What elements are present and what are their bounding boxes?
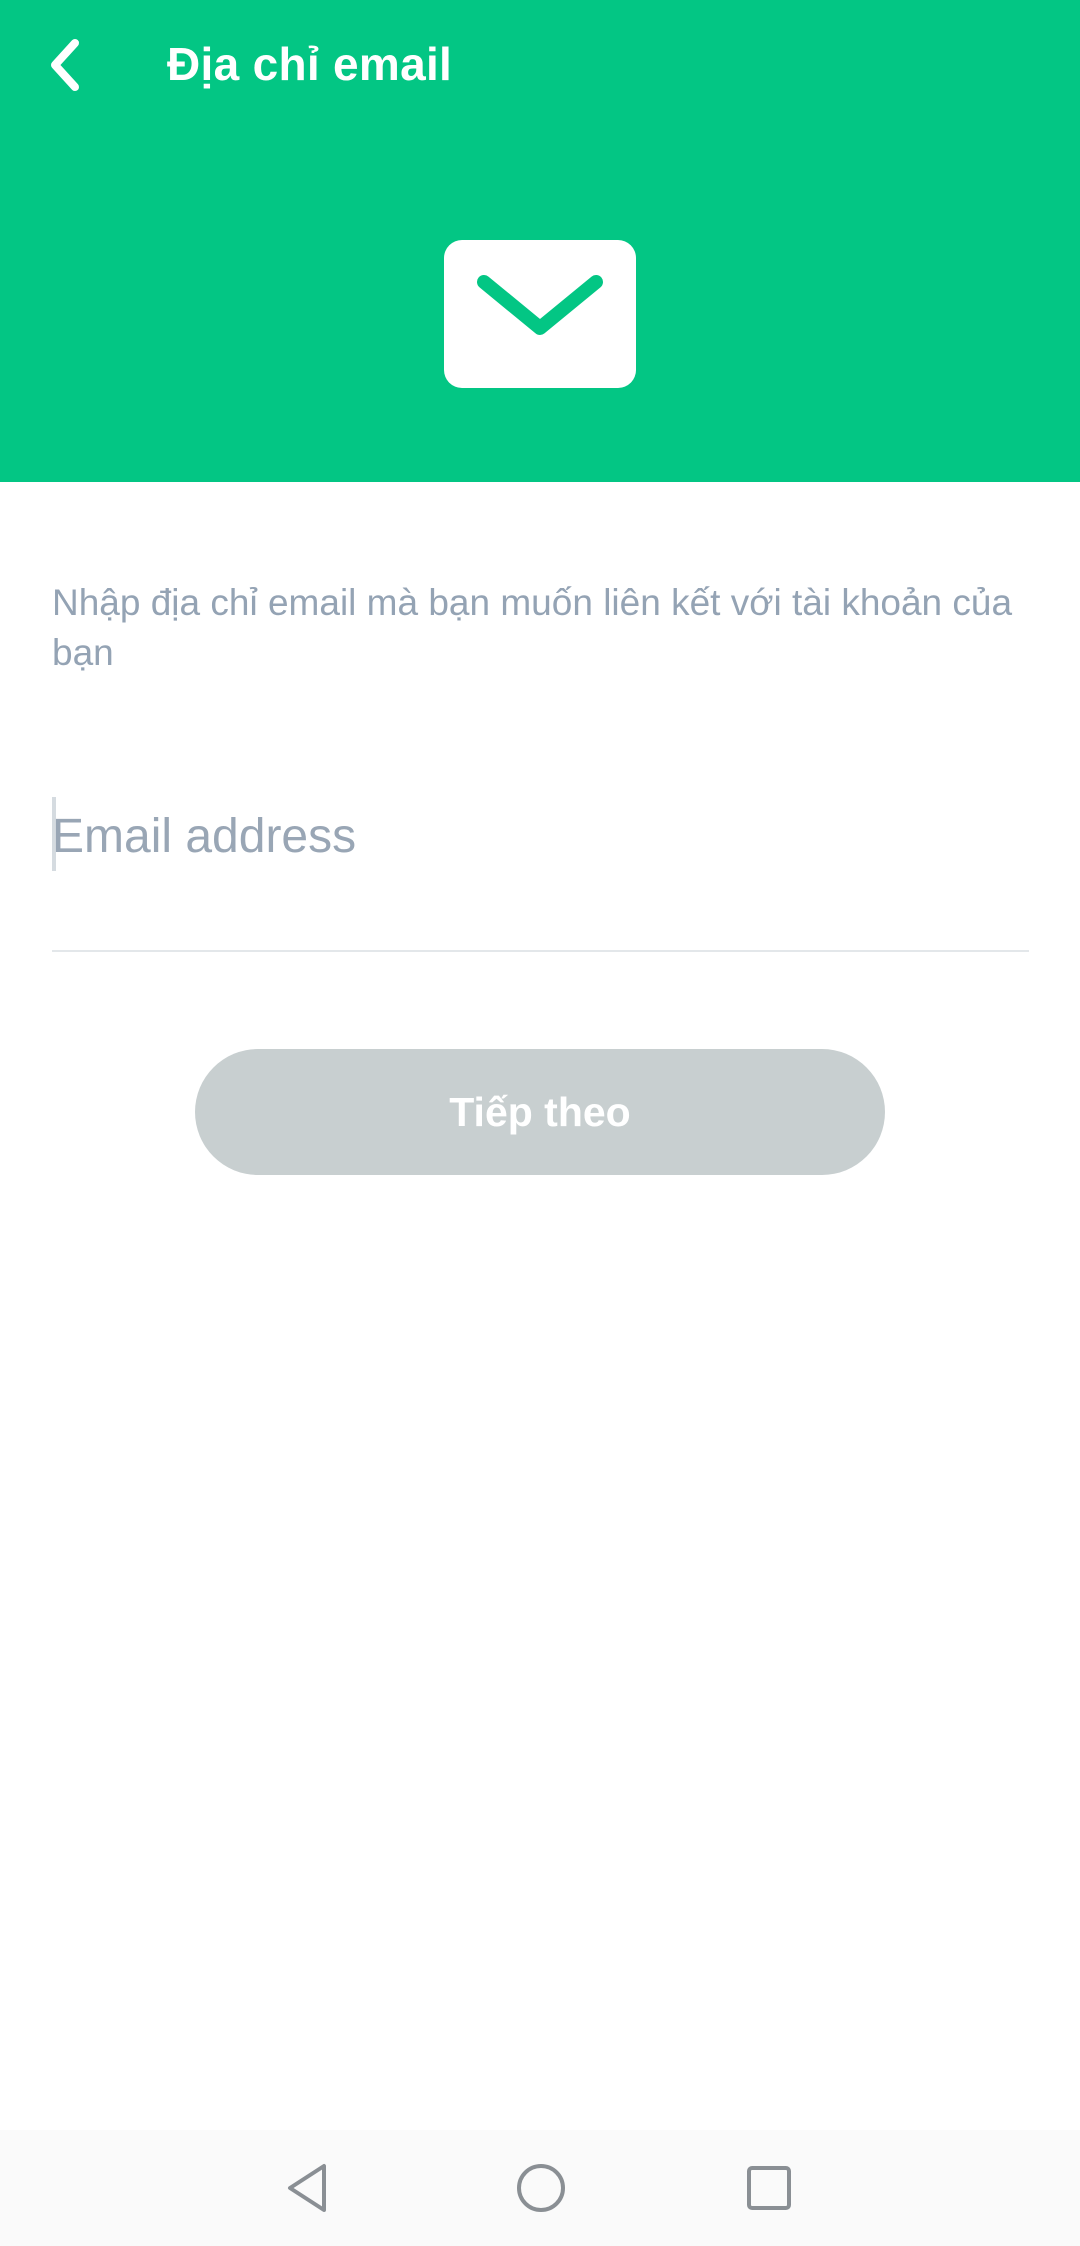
mail-icon — [444, 240, 636, 388]
nav-back-button[interactable] — [272, 2152, 344, 2224]
next-button-label: Tiếp theo — [449, 1088, 631, 1135]
header: Địa chỉ email — [0, 0, 1080, 482]
email-input[interactable] — [52, 790, 1029, 882]
nav-home-button[interactable] — [505, 2152, 577, 2224]
page-title: Địa chỉ email — [167, 38, 453, 90]
nav-recents-button[interactable] — [733, 2152, 805, 2224]
nav-recents-icon — [747, 2166, 791, 2210]
instruction-text: Nhập địa chỉ email mà bạn muốn liên kết … — [52, 582, 1013, 673]
back-button[interactable] — [30, 20, 100, 110]
nav-back-icon — [288, 2164, 326, 2212]
system-navigation-bar — [0, 2130, 1080, 2246]
nav-home-icon — [517, 2164, 565, 2212]
next-button[interactable]: Tiếp theo — [195, 1049, 885, 1175]
screen: Địa chỉ email Nhập địa chỉ email mà bạn … — [0, 0, 1080, 2246]
chevron-left-icon — [51, 39, 79, 91]
email-field[interactable] — [52, 790, 1029, 952]
